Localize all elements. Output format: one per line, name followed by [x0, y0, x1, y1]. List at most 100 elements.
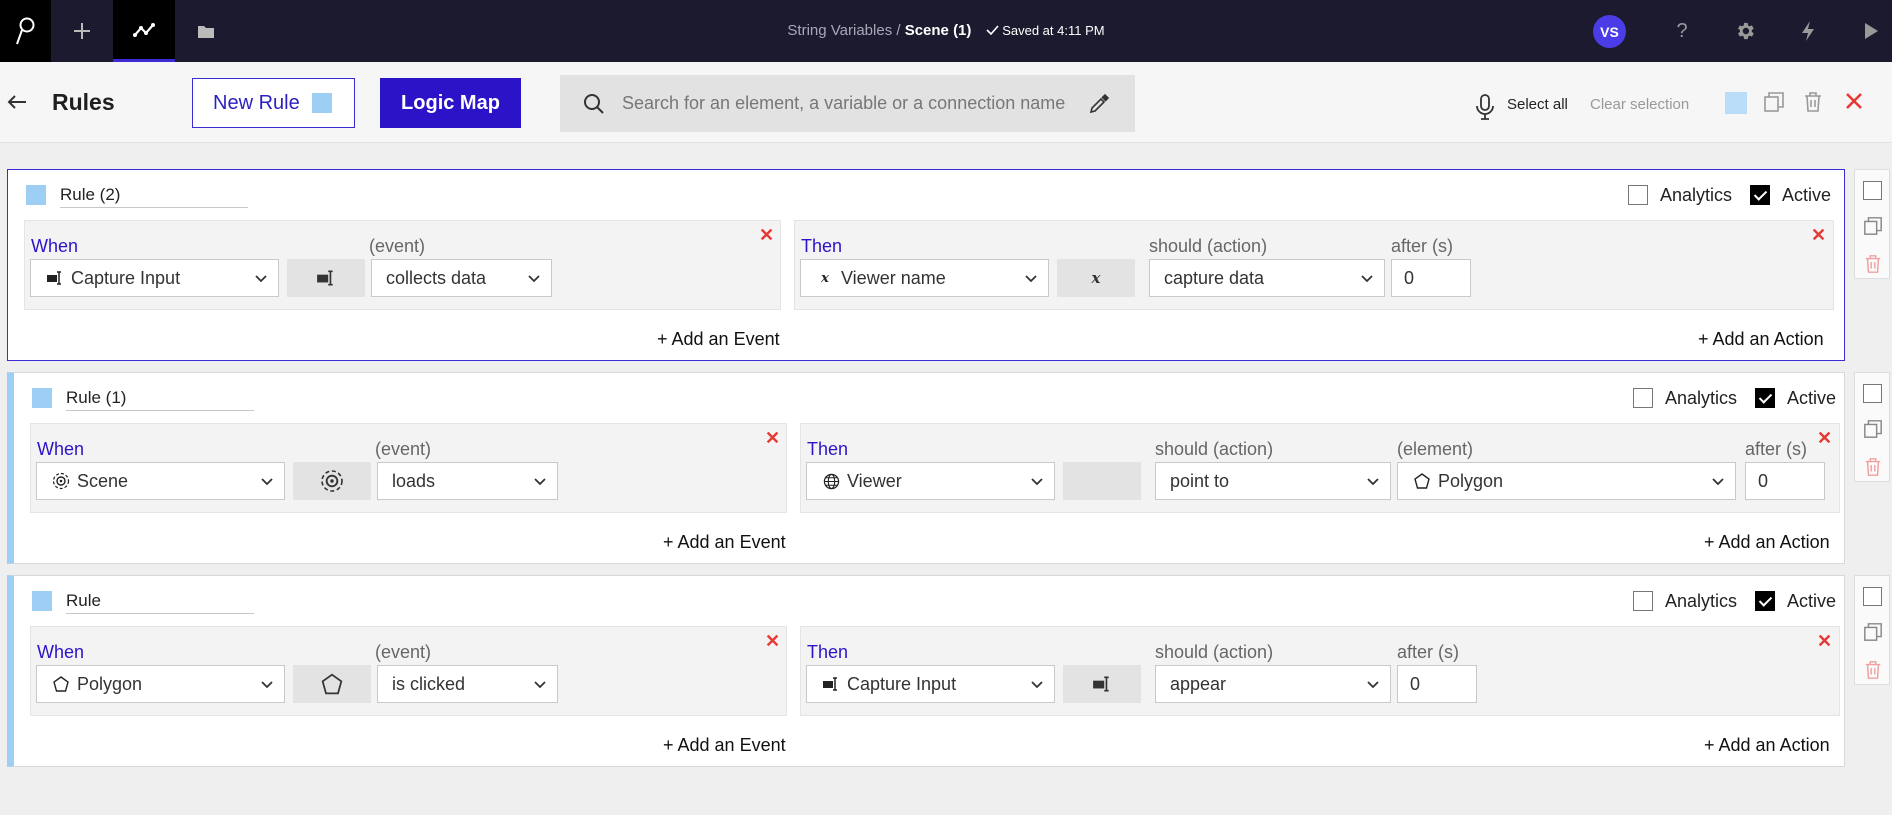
color-swatch[interactable] [1725, 92, 1747, 114]
settings-button[interactable] [1731, 17, 1759, 45]
rule-select-checkbox[interactable] [1863, 587, 1882, 606]
analytics-checkbox[interactable] [1633, 388, 1653, 408]
remove-action-button[interactable]: ✕ [1817, 631, 1832, 652]
help-button[interactable]: ? [1668, 17, 1696, 45]
rule-name-input[interactable]: Rule (2) [60, 185, 248, 208]
scene-icon [321, 470, 343, 492]
action-select[interactable]: point to [1155, 462, 1391, 500]
analytics-label: Analytics [1660, 185, 1733, 205]
element-select[interactable]: Polygon [1397, 462, 1736, 500]
rule-name-input[interactable]: Rule [66, 591, 254, 614]
remove-action-button[interactable]: ✕ [1817, 428, 1832, 449]
files-button[interactable] [175, 0, 237, 62]
event-select[interactable]: is clicked [377, 665, 558, 703]
remove-action-button[interactable]: ✕ [1811, 225, 1826, 246]
action-select[interactable]: appear [1155, 665, 1391, 703]
copy-icon[interactable] [1863, 419, 1883, 439]
target-element-select[interactable]: x Viewer name [800, 259, 1049, 297]
analytics-label: Analytics [1665, 591, 1738, 611]
add-action-link[interactable]: + Add an Action [1704, 735, 1830, 756]
event-select[interactable]: collects data [371, 259, 552, 297]
delay-input[interactable]: 0 [1391, 259, 1471, 297]
color-swatch-icon [311, 93, 332, 113]
trigger-element-select[interactable]: Polygon [36, 665, 285, 703]
new-rule-button[interactable]: New Rule [192, 78, 355, 128]
app-logo[interactable] [0, 0, 51, 62]
select-all-button[interactable]: Select all [1507, 96, 1568, 113]
trash-icon[interactable] [1863, 660, 1883, 680]
add-event-link[interactable]: + Add an Event [663, 735, 786, 756]
logic-map-button[interactable]: Logic Map [380, 78, 521, 128]
delay-input[interactable]: 0 [1397, 665, 1477, 703]
remove-event-button[interactable]: ✕ [765, 631, 780, 652]
copy-icon[interactable] [1863, 216, 1883, 236]
when-label: When [37, 642, 85, 662]
close-button[interactable] [1844, 91, 1870, 117]
action-select[interactable]: capture data [1149, 259, 1385, 297]
when-panel: When (event) Scene loads ✕ [30, 423, 787, 513]
delete-button[interactable] [1803, 91, 1829, 117]
rule-color-swatch[interactable] [26, 185, 46, 205]
active-label: Active [1787, 591, 1837, 611]
active-checkbox[interactable] [1750, 185, 1770, 205]
avatar[interactable]: VS [1593, 15, 1626, 48]
chevron-down-icon [534, 478, 546, 486]
play-button[interactable] [1857, 17, 1885, 45]
page-title: Rules [52, 89, 115, 115]
action-label: should (action) [1149, 236, 1268, 256]
trash-icon[interactable] [1863, 457, 1883, 477]
trigger-element-select[interactable]: Capture Input [30, 259, 279, 297]
active-checkbox[interactable] [1755, 388, 1775, 408]
trash-icon[interactable] [1863, 254, 1883, 274]
add-event-link[interactable]: + Add an Event [657, 329, 780, 350]
clear-selection-button[interactable]: Clear selection [1590, 96, 1689, 113]
target-element-select[interactable]: Viewer [806, 462, 1055, 500]
rule-color-swatch[interactable] [32, 388, 52, 408]
active-label: Active [1787, 388, 1837, 408]
event-value: loads [392, 470, 436, 491]
event-select[interactable]: loads [377, 462, 558, 500]
add-event-link[interactable]: + Add an Event [663, 532, 786, 553]
rule-color-swatch[interactable] [32, 591, 52, 611]
target-element-select[interactable]: Capture Input [806, 665, 1055, 703]
copy-icon [1764, 92, 1784, 112]
active-checkbox[interactable] [1755, 591, 1775, 611]
add-action-link[interactable]: + Add an Action [1704, 532, 1830, 553]
search-input[interactable] [622, 93, 1082, 114]
trigger-element-select[interactable]: Scene [36, 462, 285, 500]
element-type-badge [293, 665, 371, 703]
voice-button[interactable] [1475, 94, 1497, 120]
copy-icon[interactable] [1863, 622, 1883, 642]
check-icon [986, 25, 999, 36]
polygon-icon [1412, 471, 1432, 491]
logic-tab[interactable] [113, 0, 175, 62]
after-label: after (s) [1745, 439, 1808, 459]
when-panel: When (event) Polygon is clicked ✕ [30, 626, 787, 716]
analytics-checkbox[interactable] [1633, 591, 1653, 611]
add-action-link[interactable]: + Add an Action [1698, 329, 1824, 350]
analytics-checkbox[interactable] [1628, 185, 1648, 205]
add-button[interactable] [51, 0, 113, 62]
chevron-down-icon [1031, 681, 1043, 689]
rule-card[interactable]: Rule Analytics Active When (event) Polyg… [7, 575, 1845, 767]
eyedropper-icon[interactable] [1088, 93, 1110, 115]
remove-event-button[interactable]: ✕ [765, 428, 780, 449]
delay-input[interactable]: 0 [1745, 462, 1825, 500]
plus-icon [74, 23, 90, 39]
when-label: When [37, 439, 85, 459]
back-button[interactable] [6, 91, 30, 115]
rules-header: Rules New Rule Logic Map Select all Clea… [0, 62, 1892, 143]
duplicate-button[interactable] [1763, 91, 1789, 117]
rule-card[interactable]: Rule (1) Analytics Active When (event) S… [7, 372, 1845, 564]
polygon-icon [51, 674, 71, 694]
rule-card[interactable]: Rule (2) Analytics Active When (event) C… [7, 169, 1845, 361]
rule-select-checkbox[interactable] [1863, 181, 1882, 200]
search-icon [584, 93, 604, 114]
search-bar [560, 75, 1135, 132]
rule-name-input[interactable]: Rule (1) [66, 388, 254, 411]
remove-event-button[interactable]: ✕ [759, 225, 774, 246]
event-label: (event) [375, 439, 432, 459]
then-panel: Then should (action) after (s) Capture I… [800, 626, 1840, 716]
rule-select-checkbox[interactable] [1863, 384, 1882, 403]
flash-button[interactable] [1794, 17, 1822, 45]
